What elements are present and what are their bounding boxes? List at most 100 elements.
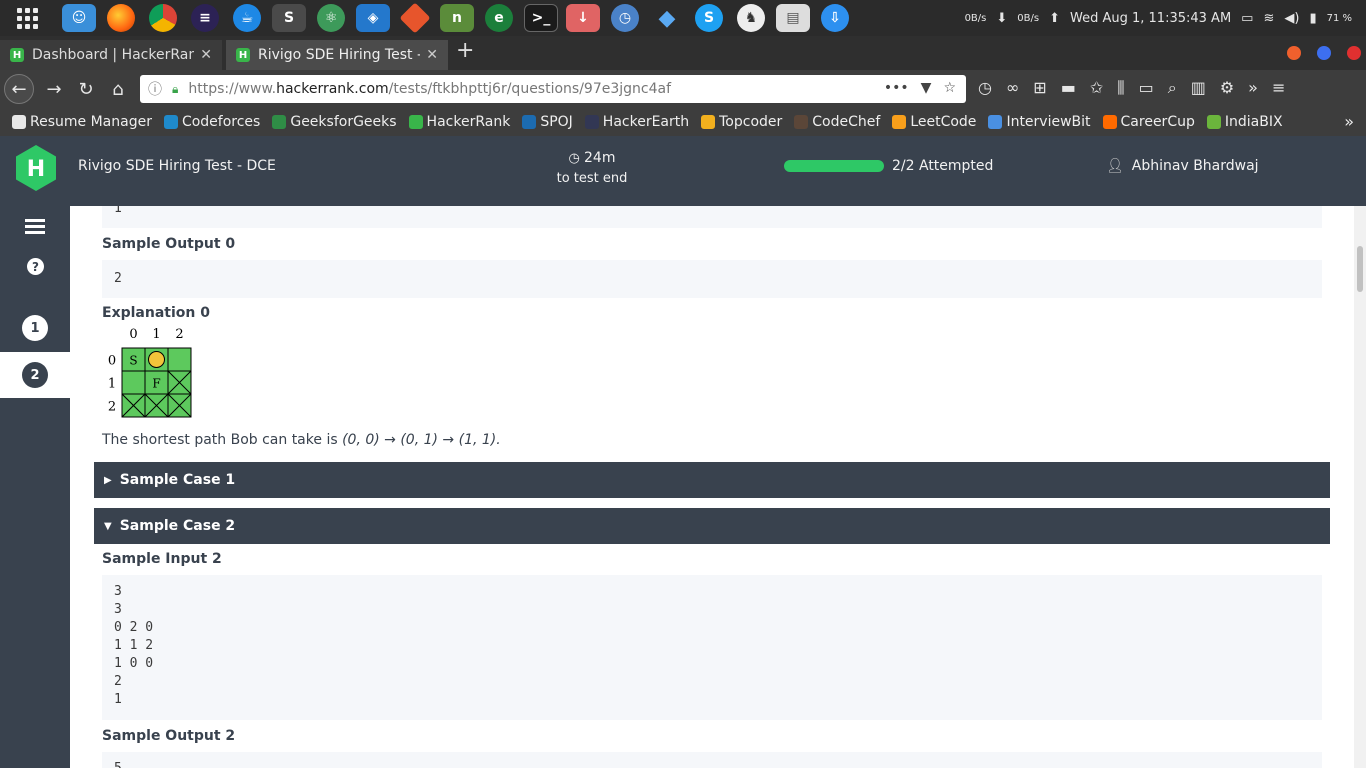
maximize-window-icon[interactable] bbox=[1317, 46, 1331, 60]
tab-rivigo-test[interactable]: H Rivigo SDE Hiring Test - HackerRank ✕ bbox=[226, 40, 448, 70]
cat-app-icon[interactable]: ♞ bbox=[737, 4, 765, 32]
page-scrollbar[interactable] bbox=[1354, 206, 1366, 768]
chrome-app-icon[interactable] bbox=[149, 4, 177, 32]
folder-icon[interactable]: ▭ bbox=[1139, 78, 1154, 98]
bookmark-item[interactable]: InterviewBit bbox=[988, 114, 1091, 130]
star-list-icon[interactable]: ✩ bbox=[1090, 78, 1103, 98]
terminal-app-icon[interactable]: >_ bbox=[524, 4, 558, 32]
screenshot-icon[interactable]: ▬ bbox=[1061, 78, 1076, 98]
hackerrank-logo-icon[interactable]: H bbox=[16, 145, 56, 191]
skype-app-icon[interactable]: S bbox=[695, 4, 723, 32]
vscode-app-icon[interactable]: ◈ bbox=[356, 4, 390, 32]
container-icon[interactable]: ⊞ bbox=[1033, 78, 1046, 98]
grid-cell-label: S bbox=[129, 354, 137, 368]
timer-label: to test end bbox=[556, 171, 628, 186]
bookmark-item[interactable]: SPOJ bbox=[522, 114, 573, 130]
grid-cell bbox=[167, 347, 192, 372]
mask-icon[interactable]: ∞ bbox=[1006, 78, 1019, 98]
url-host: hackerrank.com bbox=[276, 81, 389, 97]
volume-icon[interactable]: ◀) bbox=[1284, 11, 1299, 26]
sidebar-icon[interactable]: ▥ bbox=[1191, 78, 1206, 98]
page-actions-icon[interactable]: ••• bbox=[884, 80, 909, 96]
question-number: 2 bbox=[22, 362, 48, 388]
git-app-icon[interactable] bbox=[399, 2, 431, 34]
dropbox-app-icon[interactable]: ◆ bbox=[650, 4, 684, 32]
notepadqq-app-icon[interactable]: n bbox=[440, 4, 474, 32]
net-up-speed: 0B/s bbox=[1017, 12, 1040, 24]
book-app-icon[interactable]: ▤ bbox=[776, 4, 810, 32]
bookmark-label: CodeChef bbox=[812, 114, 881, 130]
firefox-app-icon[interactable] bbox=[107, 4, 135, 32]
bookmark-favicon-icon bbox=[988, 115, 1003, 129]
bookmark-label: Resume Manager bbox=[30, 114, 152, 130]
browser-app-icon[interactable]: e bbox=[485, 4, 513, 32]
battery-icon[interactable]: ▮ bbox=[1309, 11, 1316, 26]
bookmark-label: IndiaBIX bbox=[1224, 114, 1283, 130]
bookmark-favicon-icon bbox=[584, 115, 599, 129]
bookmark-item[interactable]: CareerCup bbox=[1102, 114, 1195, 130]
sample-case-2-toggle[interactable]: ▼ Sample Case 2 bbox=[94, 508, 1330, 544]
tab-dashboard[interactable]: H Dashboard | HackerRank ✕ bbox=[0, 40, 222, 70]
scrollbar-thumb[interactable] bbox=[1357, 246, 1363, 292]
close-icon[interactable]: ✕ bbox=[426, 47, 438, 63]
minimize-window-icon[interactable] bbox=[1287, 46, 1301, 60]
bookmark-item[interactable]: Codeforces bbox=[163, 114, 261, 130]
home-icon[interactable]: ⌂ bbox=[106, 76, 130, 102]
pocket-icon[interactable]: ▼ bbox=[921, 80, 932, 96]
sublime-app-icon[interactable]: S bbox=[272, 4, 306, 32]
bookmark-item[interactable]: Resume Manager bbox=[12, 114, 152, 130]
gear-icon[interactable]: ⚙ bbox=[1220, 78, 1234, 98]
clock-app-icon[interactable]: ◷ bbox=[611, 4, 639, 32]
question-2-nav[interactable]: 2 bbox=[0, 352, 70, 398]
search-icon[interactable]: ⌕ bbox=[1168, 78, 1177, 98]
lock-icon[interactable]: 🔒︎ bbox=[172, 82, 178, 97]
sample-case-1-toggle[interactable]: ▶ Sample Case 1 bbox=[94, 462, 1330, 498]
bookmark-item[interactable]: Topcoder bbox=[701, 114, 782, 130]
info-icon[interactable]: ⓘ bbox=[148, 79, 162, 99]
sample-input-line: 3 bbox=[114, 602, 122, 617]
bookmark-item[interactable]: LeetCode bbox=[892, 114, 976, 130]
bookmark-item[interactable]: HackerEarth bbox=[584, 114, 689, 130]
bookmark-label: CareerCup bbox=[1120, 114, 1195, 130]
bookmark-item[interactable]: IndiaBIX bbox=[1206, 114, 1283, 130]
url-bar[interactable]: ⓘ 🔒︎ https://www. hackerrank.com/tests/ft… bbox=[140, 75, 966, 103]
bookmark-favicon-icon bbox=[794, 115, 809, 129]
installer-app-icon[interactable]: ↓ bbox=[566, 4, 600, 32]
app-launcher-icon[interactable] bbox=[14, 6, 40, 30]
new-tab-icon[interactable]: + bbox=[456, 40, 474, 62]
question-list-icon[interactable] bbox=[25, 219, 45, 237]
eclipse-app-icon[interactable]: ≡ bbox=[191, 4, 219, 32]
close-window-icon[interactable] bbox=[1347, 46, 1361, 60]
bookmark-item[interactable]: HackerRank bbox=[408, 114, 510, 130]
wifi-icon[interactable]: ≋ bbox=[1263, 11, 1274, 26]
question-1-nav[interactable]: 1 bbox=[0, 305, 70, 351]
clock-datetime[interactable]: Wed Aug 1, 11:35:43 AM bbox=[1070, 11, 1231, 26]
reload-icon[interactable]: ↻ bbox=[74, 76, 98, 102]
atom-app-icon[interactable]: ⚛ bbox=[317, 4, 345, 32]
back-arrow-icon[interactable]: ← bbox=[4, 74, 34, 104]
bookmarks-overflow-icon[interactable]: » bbox=[1344, 112, 1354, 131]
help-icon[interactable]: ? bbox=[27, 258, 44, 275]
bookmark-item[interactable]: GeeksforGeeks bbox=[272, 114, 397, 130]
tab-title: Dashboard | HackerRank bbox=[32, 47, 195, 63]
history-icon[interactable]: ◷ bbox=[978, 78, 992, 98]
close-icon[interactable]: ✕ bbox=[200, 47, 212, 63]
triangle-right-icon: ▶ bbox=[104, 474, 112, 486]
finder-app-icon[interactable]: ☺ bbox=[62, 4, 96, 32]
cup-app-icon[interactable]: ☕ bbox=[233, 4, 261, 32]
bookmark-label: Codeforces bbox=[181, 114, 261, 130]
forward-arrow-icon[interactable]: → bbox=[42, 76, 66, 102]
download-app-icon[interactable]: ⇩ bbox=[821, 4, 849, 32]
overflow-icon[interactable]: » bbox=[1248, 78, 1258, 98]
bookmark-star-icon[interactable]: ☆ bbox=[943, 80, 956, 96]
dock: ☺ ≡ ☕ S ⚛ ◈ n e >_ ↓ ◷ ◆ S ♞ ▤ ⇩ bbox=[62, 2, 852, 34]
display-icon[interactable]: ▭ bbox=[1241, 11, 1253, 26]
sample-input-line: 0 2 0 bbox=[114, 620, 154, 635]
menu-icon[interactable]: ≡ bbox=[1272, 78, 1285, 98]
library-icon[interactable]: ⫼ bbox=[1117, 78, 1124, 98]
browser-tab-bar: H Dashboard | HackerRank ✕ H Rivigo SDE … bbox=[0, 36, 1366, 70]
bookmark-label: GeeksforGeeks bbox=[290, 114, 397, 130]
bookmark-item[interactable]: CodeChef bbox=[794, 114, 880, 130]
user-menu[interactable]: 👤︎ Abhinav Bhardwaj bbox=[1106, 158, 1259, 174]
sample-case-2-label: Sample Case 2 bbox=[119, 518, 236, 534]
